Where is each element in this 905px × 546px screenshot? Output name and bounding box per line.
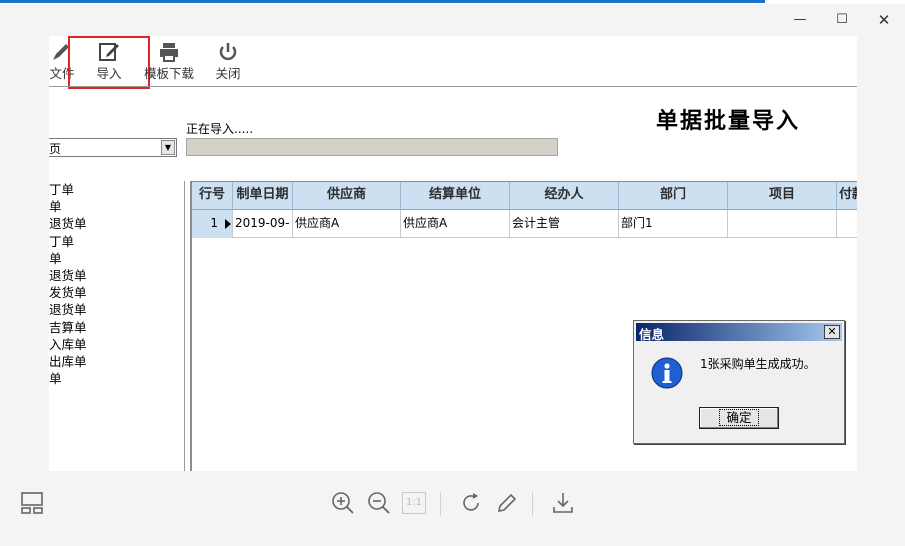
- dropdown-arrow-icon[interactable]: ▼: [161, 140, 175, 155]
- list-item[interactable]: 退货单: [49, 301, 184, 318]
- template-download-button[interactable]: 模板下载: [141, 36, 197, 86]
- grid-header: 行号 制单日期 供应商 结算单位 经办人 部门 项目 付款: [192, 182, 857, 210]
- document-type-list: 丁单 单 退货单 丁单 单 退货单 发货单 退货单 吉算单 入库单 出库单 单: [49, 181, 185, 471]
- column-header[interactable]: 供应商: [293, 182, 401, 210]
- list-item[interactable]: 单: [49, 198, 184, 215]
- edit-icon[interactable]: [494, 490, 520, 516]
- list-item[interactable]: 单: [49, 370, 184, 387]
- column-header[interactable]: 行号: [192, 182, 233, 210]
- import-button[interactable]: 导入: [89, 36, 129, 86]
- table-cell[interactable]: [728, 210, 837, 238]
- actual-size-icon: 1:1: [402, 492, 426, 514]
- active-tab-indicator: [0, 0, 765, 3]
- maximize-icon[interactable]: ☐: [832, 10, 852, 30]
- toolbar-divider: [440, 492, 441, 516]
- column-header[interactable]: 部门: [619, 182, 728, 210]
- import-status-text: 正在导入.....: [186, 122, 254, 136]
- table-cell[interactable]: 2019-09-: [233, 210, 293, 238]
- page-title: 单据批量导入: [656, 108, 801, 134]
- table-cell[interactable]: 供应商A: [401, 210, 510, 238]
- dialog-close-icon[interactable]: ✕: [824, 325, 840, 339]
- power-icon: [219, 43, 237, 61]
- list-item[interactable]: 发货单: [49, 284, 184, 301]
- column-header[interactable]: 经办人: [510, 182, 619, 210]
- list-item[interactable]: 单: [49, 250, 184, 267]
- title-bar-strip: [0, 0, 905, 4]
- toolbar-separator: [49, 86, 857, 87]
- list-item[interactable]: 出库单: [49, 353, 184, 370]
- info-dialog: 信息 ✕ 1张采购单生成成功。 确定: [633, 320, 845, 444]
- list-item[interactable]: 退货单: [49, 267, 184, 284]
- dialog-title-bar: 信息 ✕: [636, 323, 842, 342]
- column-header[interactable]: 付款: [837, 182, 857, 210]
- zoom-in-icon[interactable]: [330, 490, 356, 516]
- rotate-icon[interactable]: [458, 490, 484, 516]
- download-icon[interactable]: [550, 490, 576, 516]
- column-header[interactable]: 结算单位: [401, 182, 510, 210]
- minimize-icon[interactable]: —: [790, 10, 810, 30]
- column-header[interactable]: 制单日期: [233, 182, 293, 210]
- ok-button[interactable]: 确定: [699, 407, 779, 429]
- import-progress-bar: [186, 138, 558, 156]
- table-cell[interactable]: 供应商A: [293, 210, 401, 238]
- close-window-icon[interactable]: ✕: [874, 10, 894, 30]
- info-icon: [651, 357, 683, 389]
- close-button[interactable]: 关闭: [209, 36, 247, 86]
- toolbar-divider: [532, 492, 533, 516]
- import-button-label: 导入: [96, 66, 122, 81]
- dialog-title: 信息: [639, 327, 665, 342]
- list-item[interactable]: 吉算单: [49, 319, 184, 336]
- document-type-select[interactable]: 页 ▼: [49, 138, 177, 157]
- dialog-message: 1张采购单生成成功。: [700, 357, 816, 371]
- table-cell[interactable]: 部门1: [619, 210, 728, 238]
- table-cell[interactable]: 会计主管: [510, 210, 619, 238]
- zoom-out-icon[interactable]: [366, 490, 392, 516]
- table-cell[interactable]: [837, 210, 857, 238]
- ok-button-label: 确定: [719, 409, 759, 426]
- document-type-value: 页: [49, 142, 62, 156]
- template-download-label: 模板下载: [143, 66, 194, 81]
- list-item[interactable]: 丁单: [49, 233, 184, 250]
- list-item[interactable]: 丁单: [49, 181, 184, 198]
- list-item[interactable]: 入库单: [49, 336, 184, 353]
- list-item[interactable]: 退货单: [49, 215, 184, 232]
- current-row-marker-icon: [225, 219, 231, 229]
- layout-icon[interactable]: [19, 490, 45, 516]
- column-header[interactable]: 项目: [728, 182, 837, 210]
- printer-icon: [160, 43, 178, 62]
- close-button-label: 关闭: [215, 66, 241, 81]
- table-row[interactable]: 1 2019-09- 供应商A 供应商A 会计主管 部门1: [192, 210, 857, 238]
- edit-icon: [99, 43, 119, 61]
